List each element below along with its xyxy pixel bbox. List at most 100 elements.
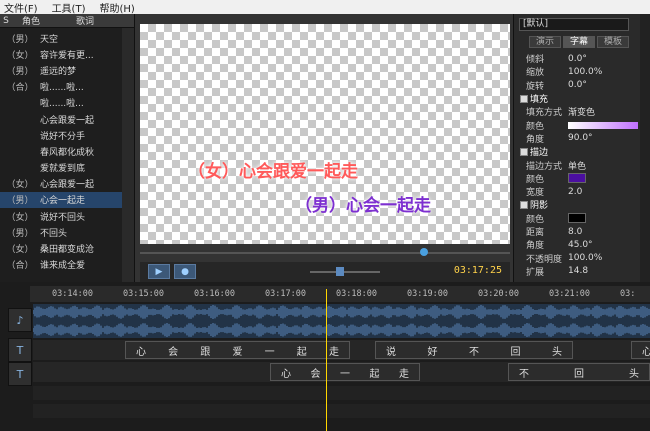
volume-slider[interactable] [310, 271, 380, 273]
property-value[interactable]: 2.0 [568, 187, 582, 197]
clip-char: 不 [519, 368, 529, 380]
lyrics-scrollbar[interactable] [122, 28, 134, 282]
menu-bar: 文件(F) 工具(T) 帮助(H) [0, 0, 650, 15]
audio-waveform[interactable] [32, 304, 650, 338]
header-s: S [3, 15, 9, 26]
property-value[interactable]: 渐变色 [568, 105, 595, 118]
time-ruler[interactable]: 03:14:00 03:15:00 03:16:00 03:17:00 03:18:00… [30, 286, 650, 302]
lyric-row[interactable]: （男） 天空 [0, 30, 122, 46]
lyric-row[interactable]: （女） 容许爱有更... [0, 46, 122, 62]
property-label: 角度 [526, 134, 545, 145]
property-value[interactable]: 100.0% [568, 67, 602, 77]
lyric-role: （男） [6, 66, 34, 77]
lyric-row[interactable]: 春风都化成秋 [0, 143, 122, 159]
property-label: 颜色 [526, 174, 545, 185]
ruler-tick: 03:20:00 [478, 289, 519, 299]
properties-panel: [默认] 演示 字幕 模板 倾斜 0.0° 缩放 100.0% 旋转 0.0° 填充 填充方式 渐变… [513, 14, 650, 282]
property-list: 倾斜 0.0° 缩放 100.0% 旋转 0.0° 填充 填充方式 渐变色 颜色 角度 90.0° 描边… [520, 52, 638, 278]
property-tab[interactable]: 模板 [597, 36, 630, 48]
preset-dropdown[interactable]: [默认] [519, 18, 629, 31]
clip-char: 起 [369, 368, 380, 380]
property-value[interactable]: 8.0 [568, 227, 582, 237]
subtitle-track-2: 心会一起走不回头 [33, 362, 650, 382]
properties-scrollbar[interactable] [640, 14, 650, 282]
lyric-row[interactable]: （男） 心会一起走 [0, 191, 122, 209]
lyric-row[interactable]: 心会跟爱一起 [0, 111, 122, 127]
lyric-row[interactable]: 说好不分手 [0, 127, 122, 143]
clip-char: 回 [574, 368, 584, 380]
property-value[interactable]: 90.0° [568, 133, 593, 143]
empty-track-2 [33, 404, 650, 418]
section-checkbox[interactable] [520, 94, 528, 103]
lyric-text: 桑田都变成沧 [40, 245, 95, 256]
lyric-text: 天空 [40, 34, 59, 45]
lyric-role: （合） [6, 83, 34, 94]
volume-handle[interactable] [336, 267, 344, 276]
clip-char: 走 [399, 368, 409, 380]
property-row: 颜色 [520, 212, 638, 225]
subtitle-clip[interactable]: 说好不回头 [375, 341, 573, 359]
lyric-text: 遥远的梦 [40, 66, 77, 77]
text-track-icon-2: T [8, 362, 32, 386]
color-swatch[interactable] [568, 173, 586, 184]
property-value[interactable]: 45.0° [568, 240, 593, 250]
lyric-row[interactable]: （合） 谁来成全爱 [0, 257, 122, 273]
color-swatch[interactable] [568, 121, 638, 129]
property-value[interactable]: 单色 [568, 159, 586, 172]
lyric-row[interactable]: （男） 遥远的梦 [0, 62, 122, 78]
subtitle-male[interactable]: （男）心会一起走 [295, 191, 431, 216]
subtitle-clip[interactable]: 心 [631, 341, 650, 359]
lyric-role: （女） [6, 212, 34, 223]
menu-file[interactable]: 文件(F) [4, 0, 38, 15]
property-tab[interactable]: 演示 [529, 36, 562, 48]
lyric-text: 啦......啦... [40, 83, 84, 94]
ruler-tick: 03:17:00 [265, 289, 306, 299]
property-value[interactable]: 14.8 [568, 266, 588, 276]
lyric-row[interactable]: （女） 心会跟爱一起 [0, 176, 122, 192]
color-swatch[interactable] [568, 213, 586, 224]
lyric-text: 心会跟爱一起 [40, 115, 95, 126]
clip-char: 起 [296, 346, 307, 358]
timeline: 03:14:00 03:15:00 03:16:00 03:17:00 03:18:00… [0, 282, 650, 431]
property-label: 扩展 [526, 267, 545, 278]
lyric-text: 容许爱有更... [40, 50, 94, 61]
ruler-tick: 03:19:00 [407, 289, 448, 299]
menu-tools[interactable]: 工具(T) [52, 0, 86, 15]
lyric-text: 啦......啦... [40, 99, 84, 110]
lyric-row[interactable]: （女） 桑田都变成沧 [0, 240, 122, 256]
property-row: 填充方式 渐变色 [520, 105, 638, 118]
header-lyrics[interactable]: 歌词 [50, 14, 120, 27]
property-value[interactable]: 0.0° [568, 54, 587, 64]
lyric-row[interactable]: 啦......啦... [0, 95, 122, 111]
subtitle-clip[interactable]: 心会跟爱一起走 [125, 341, 350, 359]
property-value[interactable]: 0.0° [568, 80, 587, 90]
empty-track-1 [33, 386, 650, 400]
clip-char: 心 [136, 346, 146, 358]
seek-handle[interactable] [420, 248, 428, 256]
preview-canvas[interactable]: （女）心会跟爱一起走 （男）心会一起走 [140, 24, 510, 244]
clip-char: 一 [264, 346, 275, 358]
play-button[interactable]: ▶ [148, 264, 170, 279]
clip-char: 跟 [200, 346, 211, 358]
header-role[interactable]: 角色 [12, 14, 50, 27]
property-tab[interactable]: 字幕 [563, 36, 596, 48]
menu-help[interactable]: 帮助(H) [99, 0, 134, 15]
stop-button[interactable]: ● [174, 264, 196, 279]
lyric-row[interactable]: （男） 不回头 [0, 224, 122, 240]
section-checkbox[interactable] [520, 147, 528, 156]
section-checkbox[interactable] [520, 200, 528, 209]
property-label: 描边方式 [526, 161, 563, 172]
lyrics-panel: S 角色 歌词 （男） 天空 （女） 容许爱有更... （男） 遥远的梦 （合） 啦.....… [0, 14, 135, 282]
lyric-row[interactable]: （女） 说好不回头 [0, 208, 122, 224]
playhead[interactable] [326, 289, 327, 431]
subtitle-clip[interactable]: 心会一起走 [270, 363, 420, 381]
seek-track[interactable] [140, 252, 510, 254]
clip-char: 好 [427, 346, 438, 358]
subtitle-female[interactable]: （女）心会跟爱一起走 [188, 157, 358, 182]
property-value[interactable]: 100.0% [568, 253, 602, 263]
lyric-row[interactable]: （合） 啦......啦... [0, 79, 122, 95]
subtitle-clip[interactable]: 不回头 [508, 363, 650, 381]
property-row: 宽度 2.0 [520, 185, 638, 199]
ruler-tick: 03:16:00 [194, 289, 235, 299]
lyric-row[interactable]: 爱就爱到底 [0, 160, 122, 176]
